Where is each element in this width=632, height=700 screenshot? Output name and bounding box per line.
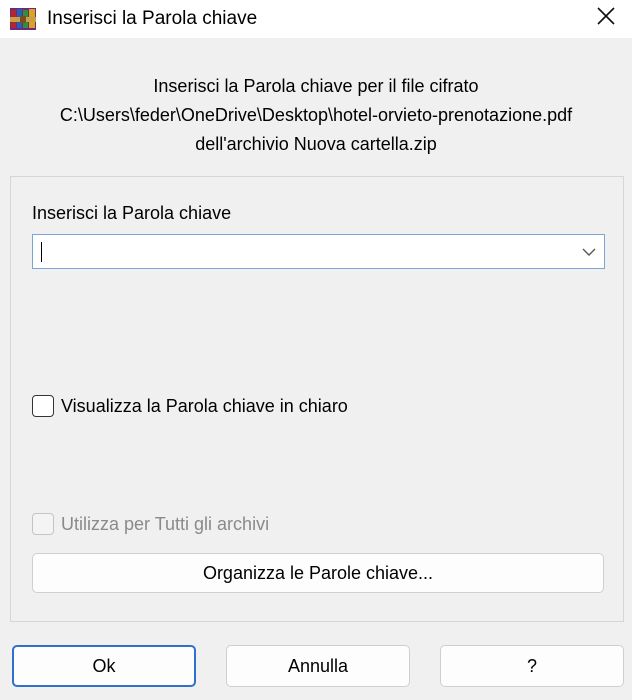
encrypted-file-message: Inserisci la Parola chiave per il file c… (0, 72, 632, 159)
close-button[interactable] (586, 0, 626, 36)
show-password-option[interactable]: Visualizza la Parola chiave in chiaro (32, 395, 348, 417)
show-password-label: Visualizza la Parola chiave in chiaro (61, 395, 348, 416)
dialog-title: Inserisci la Parola chiave (47, 8, 258, 29)
help-button[interactable]: ? (440, 645, 624, 687)
organize-passwords-button[interactable]: Organizza le Parole chiave... (32, 553, 604, 593)
ok-button[interactable]: Ok (12, 645, 196, 687)
text-caret (41, 242, 42, 262)
show-password-checkbox[interactable] (32, 395, 54, 417)
password-dialog: Inserisci la Parola chiave Inserisci la … (0, 0, 632, 700)
use-for-all-archives-checkbox (32, 513, 54, 535)
password-label: Inserisci la Parola chiave (32, 203, 232, 223)
use-for-all-archives-option: Utilizza per Tutti gli archivi (32, 513, 269, 535)
title-bar[interactable]: Inserisci la Parola chiave (0, 0, 632, 38)
message-file-path: C:\Users\feder\OneDrive\Desktop\hotel-or… (59, 105, 573, 125)
password-combobox[interactable] (32, 234, 605, 269)
message-line-1: Inserisci la Parola chiave per il file c… (153, 76, 479, 96)
close-icon (597, 6, 615, 30)
password-input[interactable] (39, 238, 569, 265)
cancel-button[interactable]: Annulla (226, 645, 410, 687)
chevron-down-icon[interactable] (582, 245, 596, 259)
winrar-books-icon (10, 8, 36, 30)
message-archive-name: dell'archivio Nuova cartella.zip (195, 134, 437, 154)
use-for-all-archives-label: Utilizza per Tutti gli archivi (61, 513, 270, 534)
